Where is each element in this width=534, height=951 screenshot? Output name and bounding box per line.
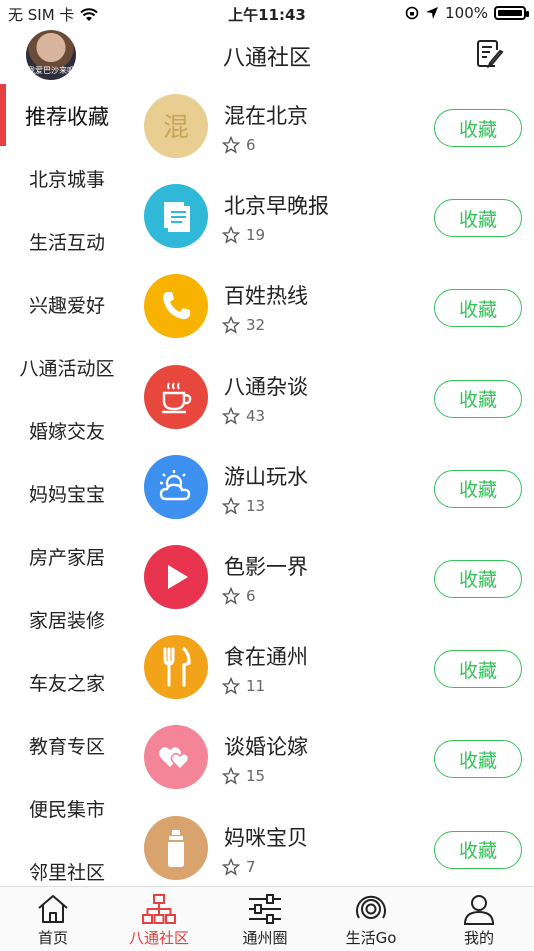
sidebar-item-education[interactable]: 教育专区 xyxy=(0,714,134,777)
battery-icon xyxy=(494,6,529,20)
sidebar-item-dating[interactable]: 婚嫁交友 xyxy=(0,399,134,462)
utensils-icon xyxy=(144,635,208,700)
tab-community[interactable]: 八通社区 xyxy=(106,893,212,948)
nav-bar: 我爱巴沙来吧 八通社区 xyxy=(0,28,534,84)
list-item[interactable]: 混 混在北京 6 收藏 xyxy=(134,84,534,174)
tab-label: 首页 xyxy=(37,929,68,947)
tab-tongzhou-circle[interactable]: 通州圈 xyxy=(212,893,318,948)
weather-icon xyxy=(144,454,208,519)
star-icon xyxy=(222,767,240,785)
network-icon xyxy=(142,894,176,924)
forum-name: 八通杂谈 xyxy=(224,374,308,399)
forum-name: 混在北京 xyxy=(224,104,308,128)
favorite-button[interactable]: 收藏 xyxy=(434,740,522,779)
favorite-count: 7 xyxy=(246,857,256,876)
category-sidebar: 推荐收藏 北京城事 生活互动 兴趣爱好 八通活动区 婚嫁交友 妈妈宝宝 房产家居… xyxy=(0,84,134,886)
favorite-count: 6 xyxy=(246,136,256,154)
list-item[interactable]: 八通杂谈 43 收藏 xyxy=(134,355,534,445)
star-icon xyxy=(222,677,240,695)
favorite-button[interactable]: 收藏 xyxy=(434,830,522,869)
tab-label: 生活Go xyxy=(345,929,397,947)
hearts-icon xyxy=(144,725,208,790)
tab-bar: 首页 八通社区 通州圈 生活Go 我的 xyxy=(0,886,534,951)
battery-percent: 100% xyxy=(445,4,488,22)
sidebar-item-beijing-news[interactable]: 北京城事 xyxy=(0,147,134,210)
play-icon xyxy=(144,544,208,609)
favorite-button[interactable]: 收藏 xyxy=(434,199,522,238)
tab-life-go[interactable]: 生活Go xyxy=(318,893,424,948)
favorite-count: 19 xyxy=(246,226,266,245)
sidebar-item-real-estate[interactable]: 房产家居 xyxy=(0,525,134,588)
favorite-count: 15 xyxy=(246,767,266,786)
star-icon xyxy=(222,586,240,605)
home-icon xyxy=(38,895,68,923)
forum-list: 混 混在北京 6 收藏 北京早晚报 19 收藏 百姓热线 32 收藏 八通杂谈 … xyxy=(134,84,534,886)
sidebar-item-activities[interactable]: 八通活动区 xyxy=(0,336,134,399)
sidebar-item-neighborhood[interactable]: 邻里社区 xyxy=(0,840,134,886)
favorite-count: 13 xyxy=(246,496,266,515)
sidebar-item-recommended[interactable]: 推荐收藏 xyxy=(0,84,134,147)
forum-name: 妈咪宝贝 xyxy=(224,825,308,850)
tab-label: 我的 xyxy=(463,929,494,947)
coffee-icon xyxy=(144,364,208,429)
status-bar: 无 SIM 卡 上午11:43 100% xyxy=(0,0,534,28)
sidebar-item-hobbies[interactable]: 兴趣爱好 xyxy=(0,273,134,336)
phone-icon xyxy=(144,274,208,339)
sidebar-item-life[interactable]: 生活互动 xyxy=(0,210,134,273)
hun-badge-icon: 混 xyxy=(144,94,208,158)
favorite-count: 6 xyxy=(246,586,256,605)
favorite-button[interactable]: 收藏 xyxy=(434,379,522,418)
sidebar-item-decoration[interactable]: 家居装修 xyxy=(0,588,134,651)
favorite-button[interactable]: 收藏 xyxy=(434,289,522,328)
location-icon xyxy=(426,7,439,19)
sidebar-item-market[interactable]: 便民集市 xyxy=(0,777,134,840)
sidebar-item-car-club[interactable]: 车友之家 xyxy=(0,651,134,714)
forum-name: 食在通州 xyxy=(224,645,308,670)
user-icon xyxy=(463,895,495,925)
list-item[interactable]: 色影一界 6 收藏 xyxy=(134,535,534,625)
favorite-button[interactable]: 收藏 xyxy=(434,559,522,598)
list-item[interactable]: 游山玩水 13 收藏 xyxy=(134,445,534,535)
list-item[interactable]: 北京早晚报 19 收藏 xyxy=(134,174,534,264)
edit-icon xyxy=(477,40,504,69)
svg-text:混: 混 xyxy=(163,113,189,143)
favorite-count: 11 xyxy=(246,677,266,696)
list-item[interactable]: 妈咪宝贝 7 收藏 xyxy=(134,806,534,887)
star-icon xyxy=(222,857,240,876)
list-item[interactable]: 食在通州 11 收藏 xyxy=(134,625,534,715)
favorite-count: 43 xyxy=(246,406,266,425)
favorite-button[interactable]: 收藏 xyxy=(434,650,522,689)
tab-label: 通州圈 xyxy=(242,929,288,947)
list-item[interactable]: 谈婚论嫁 15 收藏 xyxy=(134,715,534,805)
favorite-count: 32 xyxy=(246,316,266,335)
tab-home[interactable]: 首页 xyxy=(0,893,106,948)
rotation-lock-icon xyxy=(405,6,419,20)
list-item[interactable]: 百姓热线 32 收藏 xyxy=(134,264,534,354)
star-icon xyxy=(222,226,240,244)
favorite-button[interactable]: 收藏 xyxy=(434,109,522,147)
sidebar-item-mom-baby[interactable]: 妈妈宝宝 xyxy=(0,462,134,525)
forum-name: 游山玩水 xyxy=(224,464,308,489)
forum-name: 百姓热线 xyxy=(224,284,308,309)
edit-button[interactable] xyxy=(474,38,506,70)
tab-label: 八通社区 xyxy=(128,929,189,947)
page-title: 八通社区 xyxy=(222,46,311,71)
star-icon xyxy=(222,136,240,154)
sliders-icon xyxy=(249,894,281,924)
target-icon xyxy=(356,895,386,919)
forum-name: 色影一界 xyxy=(224,554,308,579)
star-icon xyxy=(222,496,240,515)
forum-name: 北京早晚报 xyxy=(224,194,329,219)
favorite-button[interactable]: 收藏 xyxy=(434,469,522,508)
star-icon xyxy=(222,316,240,334)
newspaper-icon xyxy=(144,184,208,249)
forum-name: 谈婚论嫁 xyxy=(224,735,308,760)
bottle-icon xyxy=(144,815,208,880)
star-icon xyxy=(222,406,240,425)
tab-me[interactable]: 我的 xyxy=(426,893,532,948)
